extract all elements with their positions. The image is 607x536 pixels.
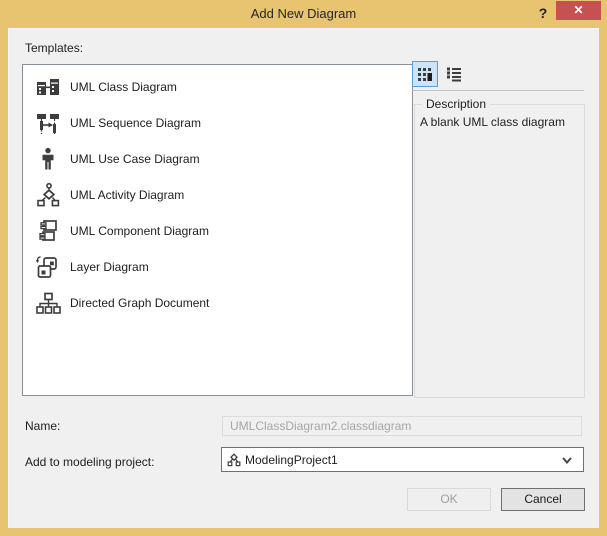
modeling-project-icon xyxy=(227,453,241,467)
list-item-layer-diagram[interactable]: Layer Diagram xyxy=(23,249,412,285)
templates-listbox: UML Class Diagram UML Sequence Diagram U… xyxy=(22,64,413,396)
list-item-label: UML Component Diagram xyxy=(70,224,209,238)
list-item-label: Layer Diagram xyxy=(70,260,149,274)
uml-use-case-diagram-icon xyxy=(35,146,61,172)
medium-icons-view-icon xyxy=(417,66,433,82)
dialog-title: Add New Diagram xyxy=(0,0,607,28)
close-button[interactable]: ✕ xyxy=(556,1,601,20)
modeling-project-value: ModelingProject1 xyxy=(245,453,559,467)
list-item-label: UML Use Case Diagram xyxy=(70,152,200,166)
modeling-project-combobox[interactable]: ModelingProject1 xyxy=(221,447,584,472)
uml-activity-diagram-icon xyxy=(35,182,61,208)
uml-class-diagram-icon xyxy=(35,74,61,100)
name-label: Name: xyxy=(25,419,60,433)
list-item-uml-use-case-diagram[interactable]: UML Use Case Diagram xyxy=(23,141,412,177)
icons-view-button[interactable] xyxy=(412,61,438,87)
panel-separator xyxy=(412,90,584,91)
list-item-uml-sequence-diagram[interactable]: UML Sequence Diagram xyxy=(23,105,412,141)
list-item-label: UML Activity Diagram xyxy=(70,188,184,202)
layer-diagram-icon xyxy=(35,254,61,280)
list-item-label: UML Class Diagram xyxy=(70,80,177,94)
list-view-icon xyxy=(446,66,462,82)
list-item-label: UML Sequence Diagram xyxy=(70,116,201,130)
ok-button: OK xyxy=(407,488,491,511)
description-groupbox: Description A blank UML class diagram xyxy=(414,104,585,398)
name-input xyxy=(222,416,582,436)
list-item-uml-class-diagram[interactable]: UML Class Diagram xyxy=(23,69,412,105)
list-item-uml-component-diagram[interactable]: UML Component Diagram xyxy=(23,213,412,249)
dialog-body: Templates: UML Class Diagram UML Sequenc… xyxy=(8,28,599,528)
uml-sequence-diagram-icon xyxy=(35,110,61,136)
uml-component-diagram-icon xyxy=(35,218,61,244)
list-item-label: Directed Graph Document xyxy=(70,296,209,310)
chevron-down-icon xyxy=(559,452,575,468)
cancel-button[interactable]: Cancel xyxy=(501,488,585,511)
titlebar: Add New Diagram ? ✕ xyxy=(0,0,607,28)
list-item-directed-graph-document[interactable]: Directed Graph Document xyxy=(23,285,412,321)
templates-label: Templates: xyxy=(25,41,83,55)
list-view-button[interactable] xyxy=(441,61,467,87)
list-item-uml-activity-diagram[interactable]: UML Activity Diagram xyxy=(23,177,412,213)
help-button[interactable]: ? xyxy=(534,2,552,24)
close-icon: ✕ xyxy=(573,3,583,17)
description-group-label: Description xyxy=(422,97,490,111)
modeling-project-label: Add to modeling project: xyxy=(25,455,154,469)
add-new-diagram-dialog: Add New Diagram ? ✕ Templates: UML Class… xyxy=(0,0,607,536)
directed-graph-document-icon xyxy=(35,290,61,316)
